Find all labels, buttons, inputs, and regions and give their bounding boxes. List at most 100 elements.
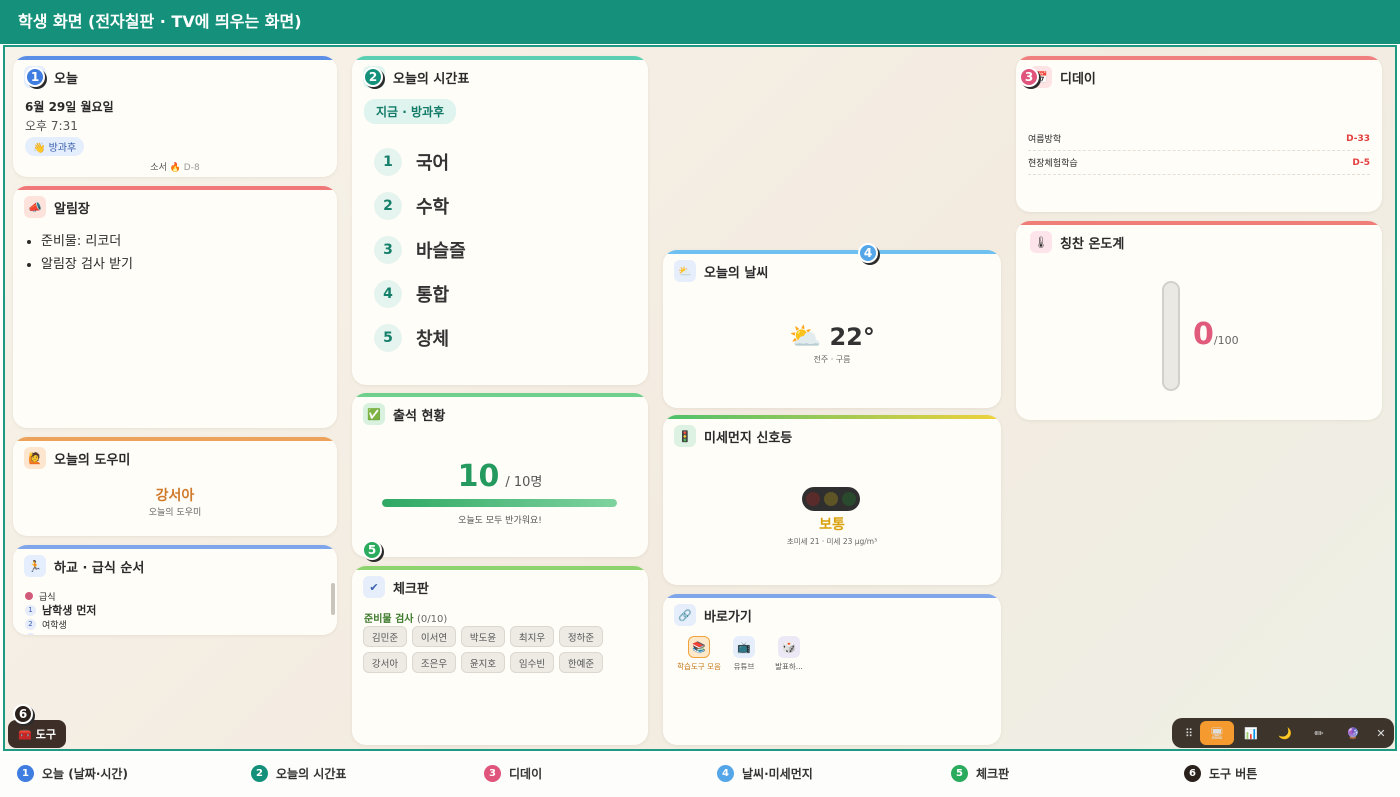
student-chip-grid: 김민준 이서연 박도윤 최지우 정하준강서아 조은우 윤지호 임수빈 한예준: [363, 626, 623, 673]
student-chip[interactable]: 한예준: [559, 652, 603, 673]
helper-caption: 오늘의 도우미: [148, 508, 202, 518]
pen-icon[interactable]: ✏: [1302, 721, 1336, 745]
dust-status: 보통: [819, 517, 845, 533]
notice-card: 📣 알림장 준비물: 리코더 알림장 검사 받기: [13, 186, 337, 428]
today-title: 오늘: [54, 71, 78, 87]
timetable-row: 2 수학: [374, 192, 449, 220]
helper-title: 오늘의 도우미: [54, 452, 131, 468]
timetable-row: 5 창체: [374, 324, 449, 352]
attendance-message: 오늘도 모두 반가워요!: [458, 516, 542, 526]
temperature: 22°: [829, 323, 875, 351]
student-chip[interactable]: 최지우: [510, 626, 554, 647]
legend-item: 6 도구 버튼: [1184, 765, 1257, 782]
period-badge: 👋 방과후: [25, 137, 85, 156]
student-chip[interactable]: 임수빈: [510, 652, 554, 673]
traffic-light: [802, 487, 860, 511]
close-icon[interactable]: ✕: [1370, 721, 1392, 745]
student-chip[interactable]: 이서연: [412, 626, 456, 647]
grip-icon[interactable]: ⠿: [1178, 721, 1200, 745]
moon-icon[interactable]: 🌙: [1268, 721, 1302, 745]
helper-name: 강서아: [155, 488, 195, 504]
timetable-row: 1 국어: [374, 148, 449, 176]
attendance-count: 10/ 10명: [457, 459, 543, 494]
attendance-progress: [382, 499, 617, 507]
dday-card: 📅 디데이 여름방학 D-33 현장체험학습 D-5: [1016, 56, 1382, 212]
ball-icon[interactable]: 🔮: [1336, 721, 1370, 745]
callout-badge-3: 3: [1019, 67, 1039, 87]
attendance-title: 출석 현황: [393, 408, 446, 424]
screen-icon[interactable]: 🖥: [1200, 721, 1234, 745]
legend-item: 4 날씨·미세먼지: [717, 765, 813, 782]
dday-row: 여름방학 D-33: [1028, 127, 1370, 151]
callout-legend: 1 오늘 (날짜·시간) 2 오늘의 시간표 3 디데이 4 날씨·미세먼지 5 체크판 …: [0, 753, 1400, 797]
timetable-card: 📘 오늘의 시간표 지금 · 방과후 1국어 2수학 3바슬즐 4통합 5창체: [352, 56, 648, 385]
checkboard-label: 준비물 검사 (0/10): [364, 614, 448, 625]
checkboard-title: 체크판: [393, 581, 429, 597]
checkboard-card: ✔ 체크판 준비물 검사 (0/10) 김민준 이서연 박도윤 최지우 정하준강서아 조은…: [352, 566, 648, 745]
order-category: 급식: [39, 592, 56, 603]
helper-card: 🙋 오늘의 도우미 강서아 오늘의 도우미: [13, 437, 337, 536]
weather-card: ⛅ 오늘의 날씨 ⛅ 22° 전주 · 구름: [663, 250, 1001, 408]
praise-value: 0/100: [1193, 317, 1239, 352]
callout-badge-1: 1: [25, 67, 45, 87]
weather-location: 전주 · 구름: [813, 355, 851, 364]
notice-title: 알림장: [54, 201, 90, 217]
student-chip[interactable]: 김민준: [363, 626, 407, 647]
praise-card: 🌡 칭찬 온도계 0/100: [1016, 221, 1382, 420]
timetable-title: 오늘의 시간표: [393, 71, 470, 87]
red-lamp: [806, 492, 820, 506]
page-title: 학생 화면 (전자칠판 · TV에 띄우는 화면): [0, 0, 1400, 44]
shortcut-presenter[interactable]: 🎲 발표하...: [767, 636, 811, 672]
sun-cloud-icon: ⛅: [674, 260, 696, 282]
student-chip[interactable]: 정하준: [559, 626, 603, 647]
thermometer-icon: 🌡: [1030, 231, 1052, 253]
chart-icon[interactable]: 📊: [1234, 721, 1268, 745]
link-icon: 🔗: [674, 604, 696, 626]
cloud-icon: ⛅: [789, 322, 822, 352]
order-item: 여학생: [42, 620, 67, 631]
yellow-lamp: [824, 492, 838, 506]
weather-title: 오늘의 날씨: [704, 265, 769, 281]
checkbox-icon: ✅: [363, 403, 385, 425]
board-stage: 📅 오늘 6월 29일 월요일 오후 7:31 👋 방과후 소서 🔥 D-8 📣…: [3, 45, 1397, 751]
student-chip[interactable]: 박도윤: [461, 626, 505, 647]
student-chip[interactable]: 강서아: [363, 652, 407, 673]
timetable-row: 4 통합: [374, 280, 449, 308]
timetable-row: 3 바슬즐: [374, 236, 466, 264]
attendance-card: ✅ 출석 현황 10/ 10명 오늘도 모두 반가워요!: [352, 393, 648, 557]
praise-title: 칭찬 온도계: [1060, 236, 1125, 252]
legend-item: 5 체크판: [951, 765, 1009, 782]
shortcut-learning-tools[interactable]: 📚 학습도구 모음: [677, 636, 721, 672]
lunch-icon: [25, 592, 33, 600]
legend-item: 2 오늘의 시간표: [251, 765, 346, 782]
notice-item: 준비물: 리코더: [41, 230, 133, 253]
megaphone-icon: 📣: [24, 196, 46, 218]
toolbox-icon: 🧰: [18, 727, 32, 741]
praise-thermometer: [1162, 281, 1180, 391]
shortcuts-title: 바로가기: [704, 609, 752, 625]
callout-badge-2: 2: [363, 67, 383, 87]
current-period-badge: 지금 · 방과후: [364, 99, 457, 124]
notice-item: 알림장 검사 받기: [41, 253, 133, 276]
check-icon: ✔: [363, 576, 385, 598]
season-dday: 소서 🔥 D-8: [150, 163, 200, 173]
books-icon: 📚: [688, 636, 710, 658]
dday-row: 현장체험학습 D-5: [1028, 151, 1370, 175]
shortcut-youtube[interactable]: 📺 유튜브: [722, 636, 766, 672]
dday-title: 디데이: [1060, 71, 1096, 87]
shortcuts-card: 🔗 바로가기 📚 학습도구 모음 📺 유튜브 🎲 발표하...: [663, 594, 1001, 745]
running-icon: 🏃: [24, 555, 46, 577]
callout-badge-6: 6: [13, 704, 33, 724]
hand-icon: 🙋: [24, 447, 46, 469]
tools-button[interactable]: 🧰 도구: [8, 720, 66, 748]
dice-icon: 🎲: [778, 636, 800, 658]
student-chip[interactable]: 조은우: [412, 652, 456, 673]
floating-toolbar: ⠿ 🖥 📊 🌙 ✏ 🔮 ✕: [1172, 718, 1394, 748]
green-lamp: [842, 492, 856, 506]
scrollbar[interactable]: [331, 583, 335, 615]
dust-title: 미세먼지 신호등: [704, 430, 793, 446]
legend-item: 1 오늘 (날짜·시간): [17, 765, 128, 782]
today-time: 오후 7:31: [25, 119, 78, 133]
student-chip[interactable]: 윤지호: [461, 652, 505, 673]
dust-card: 🚦 미세먼지 신호등 보통 초미세 21 · 미세 23 μg/m³: [663, 415, 1001, 585]
